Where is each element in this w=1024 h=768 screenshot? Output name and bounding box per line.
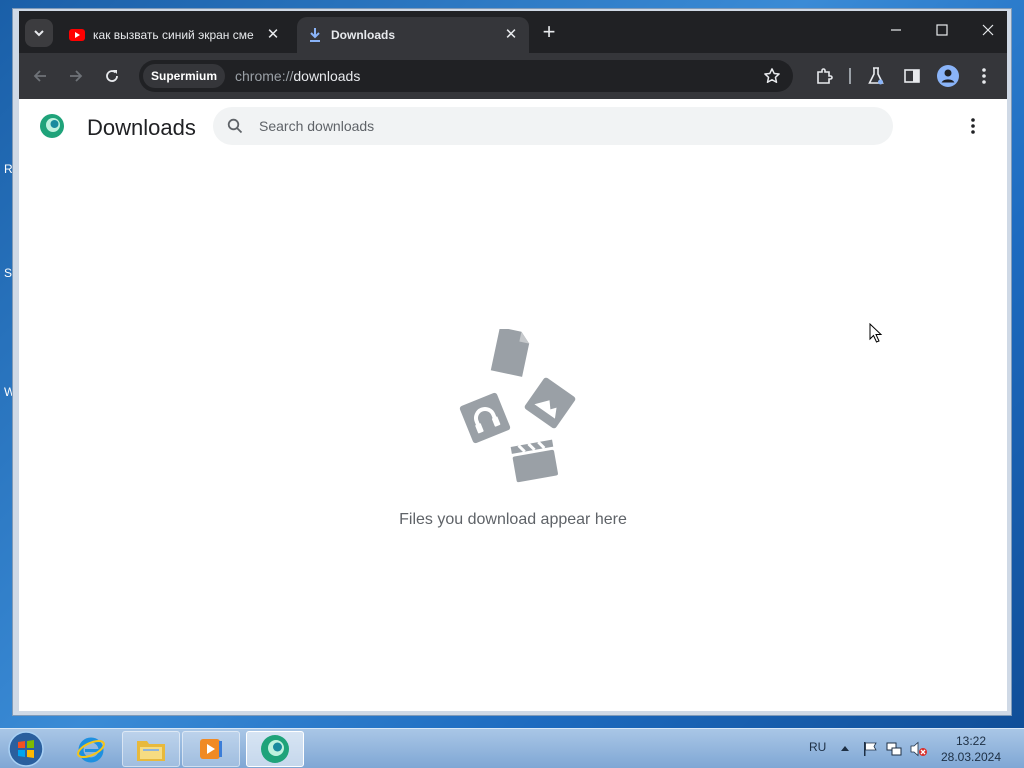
url-text[interactable]: chrome://downloads [235,68,360,84]
image-icon [524,377,576,429]
new-tab-button[interactable]: + [537,21,561,45]
volume-tray[interactable] [910,741,928,760]
tab-downloads[interactable]: Downloads ✕ [297,17,529,53]
close-tab-icon[interactable]: ✕ [503,27,519,43]
search-box[interactable] [213,107,893,145]
internet-explorer-icon [77,737,105,763]
url-host: downloads [293,68,361,84]
empty-state-message: Files you download appear here [399,511,627,528]
start-button[interactable] [6,730,46,768]
taskbar-media-player[interactable] [182,731,240,767]
downloads-page: Downloads Search downloads Files you dow… [19,99,1007,711]
empty-downloads-illustration [459,329,576,483]
desktop-edge: R S W [0,0,15,720]
minimize-button[interactable] [873,19,919,45]
address-bar[interactable]: Supermium chrome://downloads [139,60,793,92]
vertical-dots-icon [982,68,986,84]
puzzle-icon [817,68,833,84]
maximize-button[interactable] [919,19,965,45]
media-player-icon [200,739,222,759]
supermium-logo [40,114,64,138]
flag-icon [864,742,877,756]
page-menu-button[interactable] [963,115,983,137]
action-center-tray[interactable] [862,741,878,760]
back-button[interactable] [25,61,55,91]
taskbar: RU 13:22 28.03.2024 [0,728,1024,768]
tab-strip: как вызвать синий экран сме ✕ Downloads … [19,11,1007,53]
clock-date: 28.03.2024 [940,750,1002,764]
network-tray[interactable] [886,741,902,760]
search-input[interactable] [257,117,861,135]
language-indicator[interactable]: RU [809,740,826,754]
supermium-icon [261,735,289,763]
arrow-left-icon [33,70,46,82]
windows-orb-icon [8,731,44,767]
toolbar: Supermium chrome://downloads [19,53,1007,99]
forward-button[interactable] [61,61,91,91]
toolbar-divider [849,68,851,84]
profile-button[interactable] [933,61,963,91]
chevron-up-icon [841,746,849,751]
taskbar-internet-explorer[interactable] [62,731,120,767]
side-panel-icon [904,69,920,83]
side-panel-button[interactable] [897,61,927,91]
mouse-cursor-icon [869,323,883,343]
avatar-icon [937,65,959,87]
show-hidden-icons-button[interactable] [840,741,850,755]
labs-button[interactable] [861,61,891,91]
star-icon [764,68,780,83]
desktop-icon-label: S [4,266,13,280]
vertical-dots-icon [971,118,975,134]
reload-button[interactable] [97,61,127,91]
audio-icon [459,392,511,444]
document-icon [490,329,530,377]
search-icon [225,116,245,136]
taskbar-supermium[interactable] [246,731,304,767]
arrow-right-icon [70,70,83,82]
bookmark-star-button[interactable] [761,65,783,87]
download-icon [307,27,323,43]
close-window-button[interactable] [965,19,1011,45]
system-clock[interactable]: 13:22 28.03.2024 [932,733,1010,765]
chevron-down-icon [34,30,44,37]
browser-menu-button[interactable] [969,61,999,91]
close-tab-icon[interactable]: ✕ [265,27,281,43]
url-scheme: chrome:// [235,68,294,84]
youtube-icon [69,27,85,43]
flask-icon [868,67,884,85]
video-icon [510,439,558,483]
file-explorer-icon [137,741,165,761]
clock-time: 13:22 [955,734,987,748]
extensions-button[interactable] [809,61,839,91]
minimize-icon [891,29,901,31]
tab-title: Downloads [331,28,396,42]
muted-volume-icon [910,741,927,757]
close-icon [982,24,994,36]
reload-icon [106,70,118,82]
tab-youtube[interactable]: как вызвать синий экран сме ✕ [59,17,291,53]
network-icon [886,742,902,756]
tab-search-button[interactable] [25,19,53,47]
tab-title: как вызвать синий экран сме [93,28,254,42]
maximize-icon [936,24,948,36]
browser-window: как вызвать синий экран сме ✕ Downloads … [12,8,1012,716]
taskbar-file-explorer[interactable] [122,731,180,767]
browser-chrome: как вызвать синий экран сме ✕ Downloads … [19,11,1007,99]
page-title: Downloads [87,115,196,140]
site-chip[interactable]: Supermium [143,64,226,88]
